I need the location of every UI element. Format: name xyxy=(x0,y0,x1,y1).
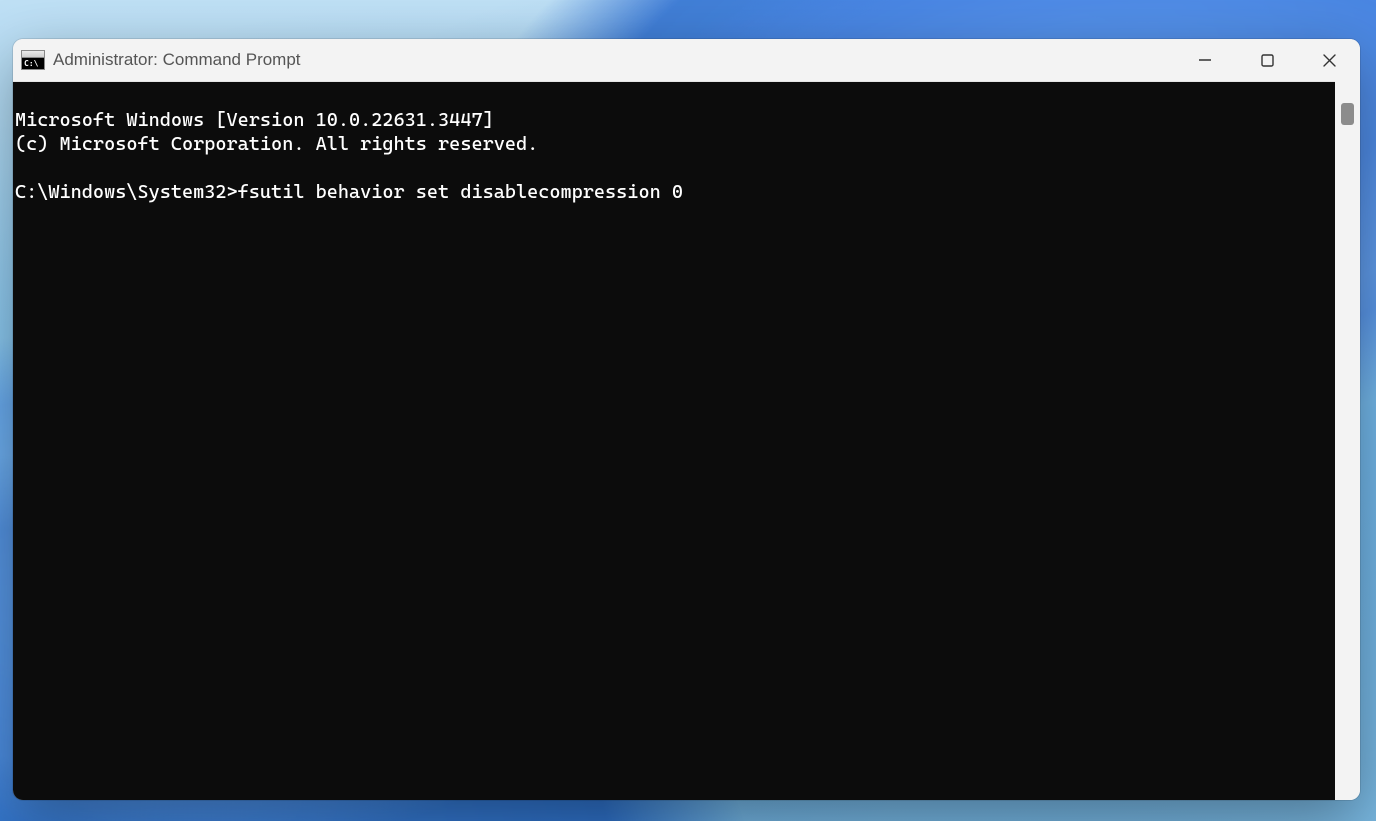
console-command: fsutil behavior set disablecompression 0 xyxy=(238,181,683,203)
console-line-version: Microsoft Windows [Version 10.0.22631.34… xyxy=(15,109,494,131)
console-area[interactable]: Microsoft Windows [Version 10.0.22631.34… xyxy=(13,82,1335,800)
window-title: Administrator: Command Prompt xyxy=(53,39,301,81)
command-prompt-window: C:\ Administrator: Command Prompt Micros xyxy=(13,39,1360,800)
maximize-icon xyxy=(1261,54,1274,67)
minimize-button[interactable] xyxy=(1174,39,1236,81)
console-prompt: C:\Windows\System32> xyxy=(15,181,238,203)
cmd-icon: C:\ xyxy=(21,50,45,70)
close-icon xyxy=(1323,54,1336,67)
minimize-icon xyxy=(1199,54,1211,66)
maximize-button[interactable] xyxy=(1236,39,1298,81)
close-button[interactable] xyxy=(1298,39,1360,81)
titlebar[interactable]: C:\ Administrator: Command Prompt xyxy=(13,39,1360,82)
scrollbar-thumb[interactable] xyxy=(1341,103,1354,125)
window-controls xyxy=(1174,39,1360,81)
console-line-copyright: (c) Microsoft Corporation. All rights re… xyxy=(15,133,538,155)
vertical-scrollbar[interactable] xyxy=(1335,81,1360,800)
